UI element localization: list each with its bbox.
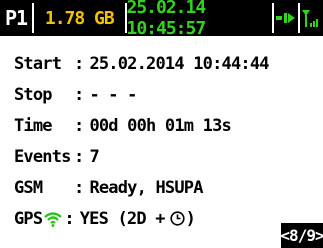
recording-info: Start : 25.02.2014 10:44:44 Stop : - - -… xyxy=(14,48,270,234)
start-row: Start : 25.02.2014 10:44:44 xyxy=(14,48,270,79)
stop-label: Stop xyxy=(14,84,53,105)
colon: : xyxy=(74,84,84,105)
gps-label: GPS xyxy=(14,208,43,229)
colon: : xyxy=(64,208,74,229)
events-value: 7 xyxy=(89,146,99,167)
gsm-label: GSM xyxy=(14,177,43,198)
stop-row: Stop : - - - xyxy=(14,79,269,110)
record-icon xyxy=(274,0,297,36)
time-label: Time xyxy=(14,115,53,136)
events-row: Events : 7 xyxy=(14,141,269,172)
colon: : xyxy=(74,177,84,198)
start-value: 25.02.2014 10:44:44 xyxy=(89,53,269,74)
status-bar: P1 1.78 GB 25.02.14 10:45:57 xyxy=(0,0,323,39)
colon: : xyxy=(74,146,84,167)
time-row: Time : 00d 00h 01m 13s xyxy=(14,110,269,141)
clock-icon xyxy=(170,211,185,226)
gsm-value: Ready, HSUPA xyxy=(89,177,203,198)
profile-label: P1 xyxy=(5,6,28,30)
datetime-display: 25.02.14 10:45:57 xyxy=(126,0,207,39)
stop-value: - - - xyxy=(89,84,137,105)
page-indicator[interactable]: <8/9> xyxy=(280,223,323,248)
gps-row: GPS : YES (2D + ) xyxy=(14,203,269,234)
device-screen: P1 1.78 GB 25.02.14 10:45:57 Start: 25.… xyxy=(0,0,323,248)
colon: : xyxy=(74,115,84,136)
gsm-row: GSM : Ready, HSUPA xyxy=(14,172,269,203)
wifi-icon xyxy=(44,211,63,227)
time-value: 00d 00h 01m 13s xyxy=(89,115,231,136)
gps-value: YES (2D + xyxy=(79,208,166,229)
events-label: Events xyxy=(14,146,71,167)
start-label: Start xyxy=(14,53,62,74)
colon: : xyxy=(74,53,84,74)
antenna-signal-icon xyxy=(300,0,323,36)
storage-indicator: 1.78 GB xyxy=(44,7,115,29)
gps-value-suffix: ) xyxy=(185,208,196,229)
